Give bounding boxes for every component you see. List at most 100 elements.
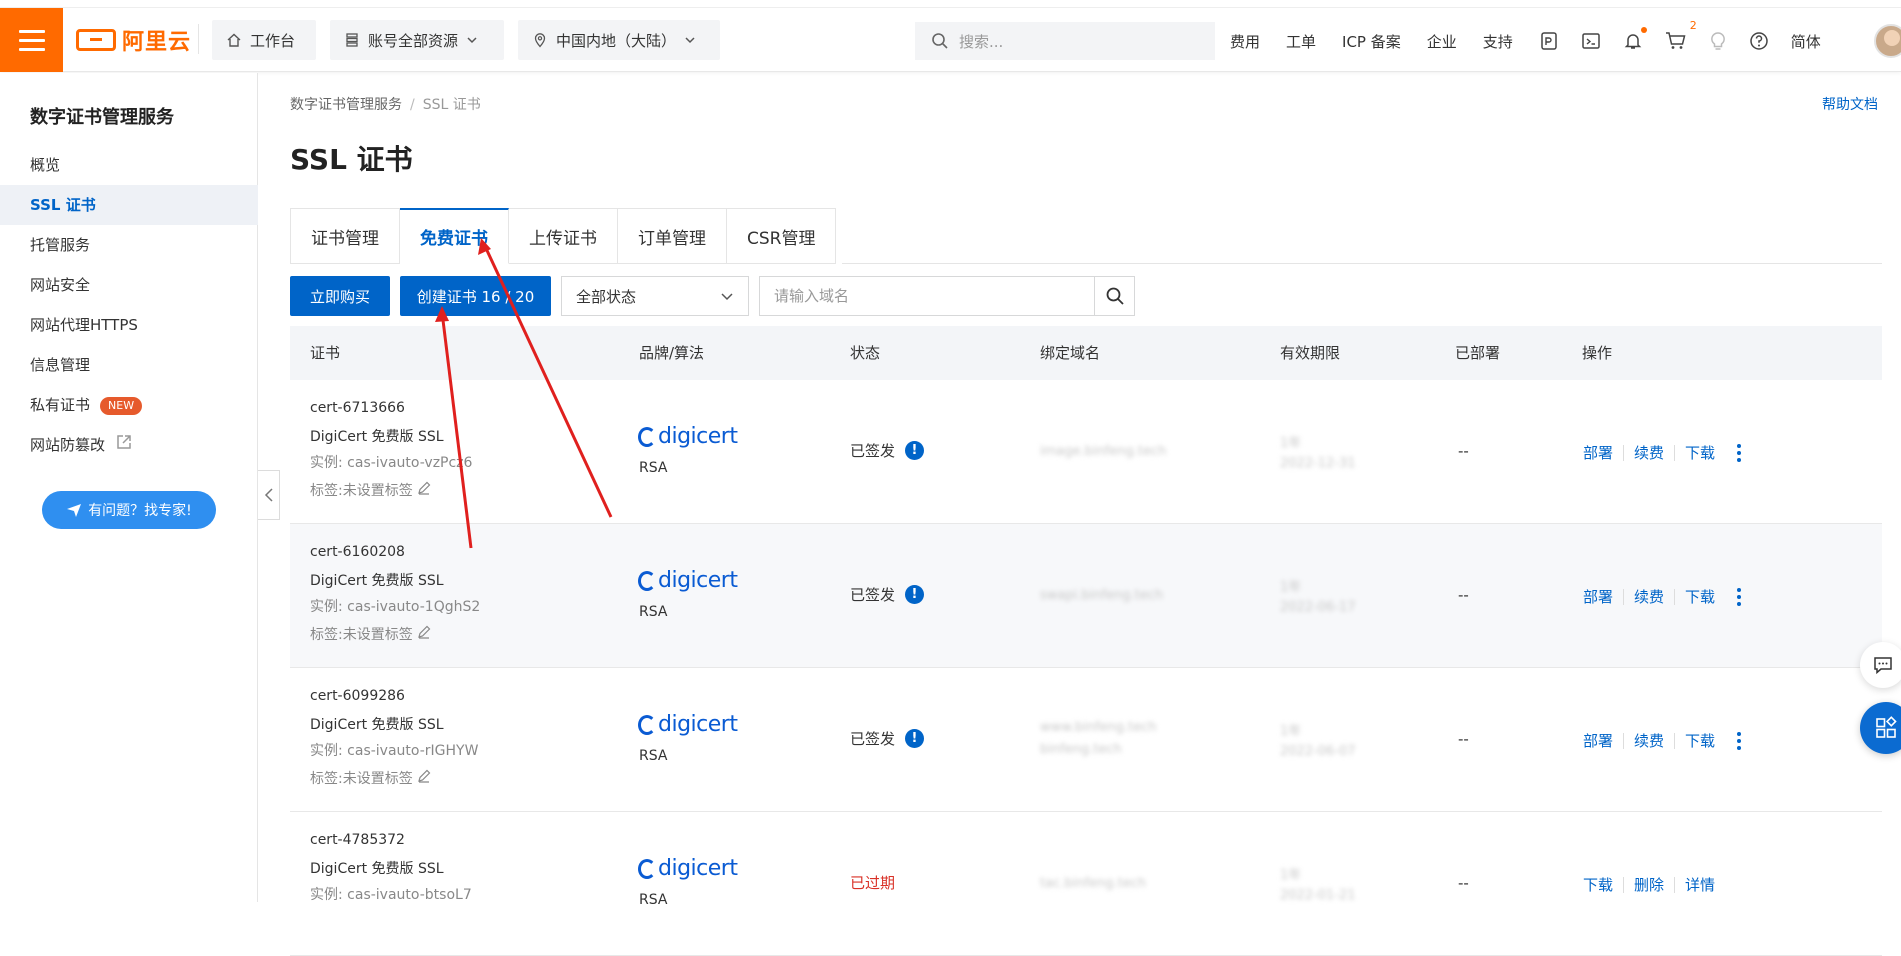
link-tickets[interactable]: 工单 (1286, 31, 1316, 52)
domain-search-input[interactable] (759, 276, 1095, 316)
domain-search-button[interactable] (1094, 276, 1135, 316)
status-select[interactable]: 全部状态 (561, 276, 749, 316)
cart-icon[interactable]: 2 (1665, 19, 1697, 51)
resources-label: 账号全部资源 (368, 31, 459, 50)
details-link[interactable]: 详情 (1685, 874, 1715, 895)
cert-id[interactable]: cert-6099286 (310, 688, 405, 704)
deploy-link[interactable]: 部署 (1583, 586, 1613, 607)
chevron-down-icon (685, 37, 695, 44)
home-icon (227, 33, 241, 47)
renew-link[interactable]: 续费 (1634, 730, 1664, 751)
status-text: 已签发 (850, 586, 896, 604)
tab-order-management[interactable]: 订单管理 (618, 208, 727, 264)
bound-domain: www.binfeng.tech (1040, 720, 1157, 735)
more-actions-icon[interactable] (1737, 731, 1742, 750)
tab-csr-management[interactable]: CSR管理 (727, 208, 837, 264)
sidebar-item-ssl[interactable]: SSL 证书 (0, 185, 258, 225)
bound-domain: tac.binfeng.tech (1040, 876, 1147, 891)
sidebar-item-hosting[interactable]: 托管服务 (0, 225, 258, 265)
row-actions: 部署 续费 下载 (1583, 586, 1742, 607)
tab-free-cert[interactable]: 免费证书 (400, 208, 509, 264)
lightbulb-icon[interactable] (1709, 31, 1727, 51)
renew-link[interactable]: 续费 (1634, 586, 1664, 607)
cert-id[interactable]: cert-6713666 (310, 400, 405, 416)
delete-link[interactable]: 删除 (1634, 874, 1664, 895)
algorithm: RSA (639, 604, 668, 620)
help-circle-icon[interactable] (1749, 31, 1769, 51)
aliyun-logo[interactable]: 阿里云 (76, 24, 191, 56)
workbench-label: 工作台 (250, 31, 296, 50)
sidebar-item-tamper-protection[interactable]: 网站防篡改 (0, 425, 258, 465)
sidebar-item-label: 网站代理HTTPS (30, 316, 138, 334)
cert-instance: 实例: cas-ivauto-1QghS2 (310, 599, 481, 615)
edit-pencil-icon (418, 769, 431, 783)
bell-icon[interactable] (1623, 27, 1647, 51)
download-link[interactable]: 下载 (1685, 586, 1715, 607)
sidebar-item-info[interactable]: 信息管理 (0, 345, 258, 385)
download-link[interactable]: 下载 (1685, 442, 1715, 463)
sidebar-item-label: SSL 证书 (30, 196, 96, 214)
ask-expert-button[interactable]: 有问题？找专家! (42, 491, 216, 529)
link-enterprise[interactable]: 企业 (1427, 31, 1457, 52)
cert-id[interactable]: cert-6160208 (310, 544, 405, 560)
renew-link[interactable]: 续费 (1634, 442, 1664, 463)
link-support[interactable]: 支持 (1483, 31, 1513, 52)
cert-id[interactable]: cert-4785372 (310, 832, 405, 848)
row-actions: 下载 删除 详情 (1583, 874, 1715, 895)
brand-name: digicert (658, 712, 738, 737)
col-deployed: 已部署 (1455, 344, 1501, 362)
region-dropdown[interactable]: 中国内地（大陆） (518, 20, 720, 60)
global-search[interactable]: 搜索... (915, 22, 1215, 60)
sidebar-item-web-security[interactable]: 网站安全 (0, 265, 258, 305)
info-icon[interactable]: ! (905, 441, 925, 460)
breadcrumb-root[interactable]: 数字证书管理服务 (290, 97, 402, 113)
info-icon[interactable]: ! (905, 729, 925, 748)
cert-instance: 实例: cas-ivauto-rIGHYW (310, 743, 479, 759)
table-header: 证书 品牌/算法 状态 绑定域名 有效期限 已部署 操作 (290, 326, 1882, 380)
more-actions-icon[interactable] (1737, 587, 1742, 606)
sidebar-collapse-button[interactable] (258, 470, 280, 520)
app-icon[interactable] (1539, 31, 1559, 51)
help-docs-link[interactable]: 帮助文档 (1822, 94, 1878, 114)
region-label: 中国内地（大陆） (556, 31, 677, 50)
info-icon[interactable]: ! (905, 585, 925, 604)
avatar[interactable] (1874, 24, 1901, 58)
workbench-button[interactable]: 工作台 (212, 20, 316, 60)
brand-name: digicert (658, 856, 738, 881)
brand-name: 阿里云 (122, 30, 192, 55)
apps-grid-icon (1876, 716, 1897, 738)
sidebar-item-private-cert[interactable]: 私有证书 NEW (0, 385, 258, 425)
tab-cert-management[interactable]: 证书管理 (290, 208, 400, 264)
bound-domain: image.binfeng.tech (1040, 444, 1167, 459)
breadcrumb-current: SSL 证书 (422, 97, 481, 113)
terminal-icon[interactable] (1581, 31, 1601, 51)
col-status: 状态 (850, 344, 881, 362)
more-actions-icon[interactable] (1737, 443, 1742, 462)
cert-tag[interactable]: 标签:未设置标签 (310, 768, 431, 788)
resources-dropdown[interactable]: 账号全部资源 (330, 20, 504, 60)
download-link[interactable]: 下载 (1583, 874, 1613, 895)
validity-date: 2022-12-31 (1280, 456, 1356, 471)
create-cert-button[interactable]: 创建证书 16 / 20 (400, 276, 551, 316)
deployed-count: -- (1458, 874, 1469, 892)
deploy-link[interactable]: 部署 (1583, 442, 1613, 463)
status-text: 已过期 (850, 874, 896, 892)
digicert-logo: digicert (638, 856, 738, 881)
sidebar-item-overview[interactable]: 概览 (0, 145, 258, 185)
cert-tag[interactable]: 标签:未设置标签 (310, 624, 431, 644)
tab-upload-cert[interactable]: 上传证书 (509, 208, 618, 264)
cert-tag[interactable]: 标签:未设置标签 (310, 480, 431, 500)
deployed-count: -- (1458, 442, 1469, 460)
sidebar-item-proxy-https[interactable]: 网站代理HTTPS (0, 305, 258, 345)
row-actions: 部署 续费 下载 (1583, 442, 1742, 463)
download-link[interactable]: 下载 (1685, 730, 1715, 751)
tab-underline (842, 263, 1882, 264)
language-switch[interactable]: 简体 (1791, 31, 1821, 52)
status: 已签发! (850, 728, 925, 749)
buy-now-button[interactable]: 立即购买 (290, 276, 390, 316)
link-icp[interactable]: ICP 备案 (1342, 31, 1401, 52)
chat-feedback-button[interactable] (1860, 642, 1901, 688)
deploy-link[interactable]: 部署 (1583, 730, 1613, 751)
link-fees[interactable]: 费用 (1230, 31, 1260, 52)
hamburger-menu-icon[interactable] (0, 8, 63, 72)
